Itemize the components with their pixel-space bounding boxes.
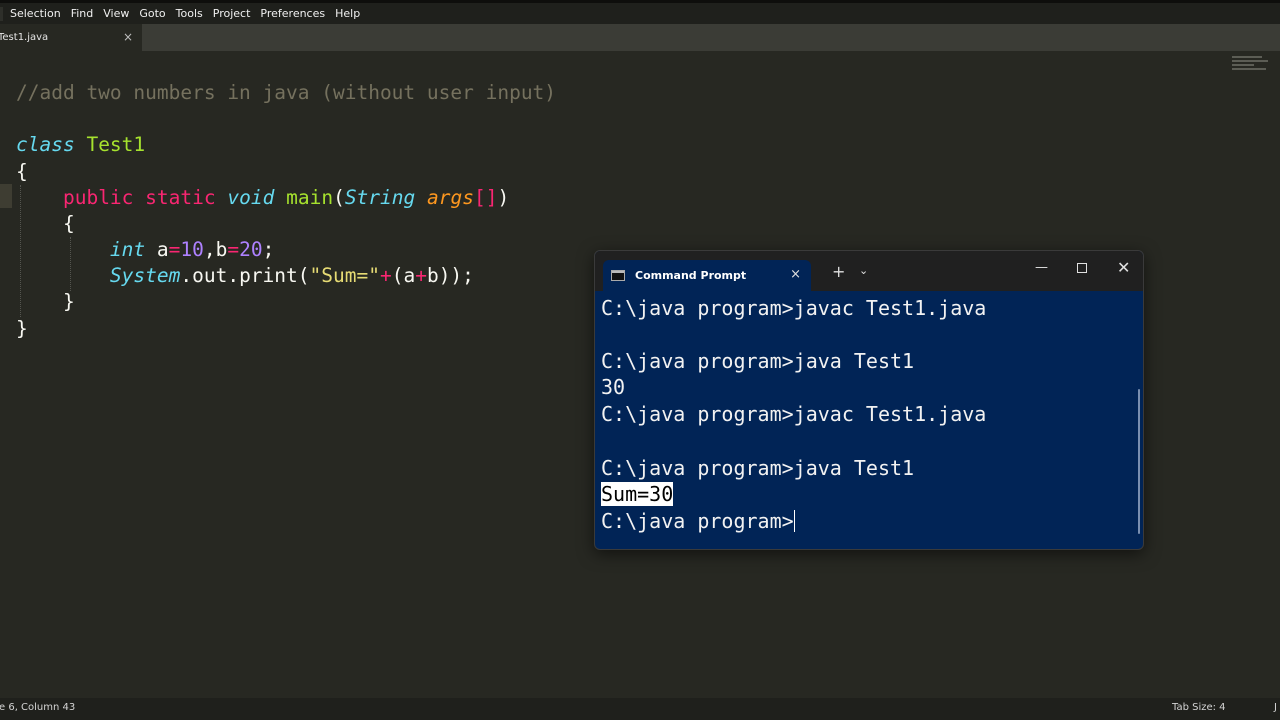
- code-line-7: int a=10,b=20;: [16, 237, 274, 263]
- number: 10: [180, 238, 204, 261]
- param-args: args: [427, 186, 474, 209]
- minimap[interactable]: [1232, 54, 1272, 74]
- brace: {: [16, 160, 28, 183]
- class-name: Test1: [86, 133, 146, 156]
- number: 20: [239, 238, 263, 261]
- brackets: []: [473, 186, 498, 209]
- maximize-button[interactable]: [1077, 263, 1087, 273]
- semicolon: ;: [262, 238, 275, 261]
- cmd-titlebar[interactable]: Command Prompt × + ⌄ — ✕: [595, 251, 1143, 291]
- code-line-8: System.out.print("Sum="+(a+b));: [16, 263, 474, 289]
- status-bar: e 6, Column 43 Tab Size: 4 J: [0, 698, 1280, 720]
- menu-find[interactable]: Find: [71, 7, 94, 20]
- var-a: a: [145, 238, 169, 261]
- cmd-tab[interactable]: Command Prompt ×: [603, 260, 811, 291]
- type-string: String: [344, 186, 416, 209]
- file-tab[interactable]: Test1.java ×: [0, 24, 142, 51]
- code-line-1: //add two numbers in java (without user …: [16, 80, 556, 106]
- brace: }: [16, 317, 28, 340]
- expr-a: (a: [391, 264, 416, 287]
- terminal-icon: [611, 270, 625, 281]
- menu-preferences[interactable]: Preferences: [260, 7, 325, 20]
- cmd-tab-title: Command Prompt: [635, 269, 747, 282]
- close-window-button[interactable]: ✕: [1117, 258, 1130, 277]
- terminal-line-selected: Sum=30: [601, 481, 674, 507]
- terminal-prompt-line[interactable]: C:\java program>: [601, 508, 795, 534]
- keyword-int: int: [109, 238, 146, 261]
- syntax-indicator[interactable]: J: [1274, 702, 1277, 713]
- keyword-public: public: [62, 186, 134, 209]
- brace: }: [62, 290, 75, 313]
- menu-project[interactable]: Project: [213, 7, 251, 20]
- cursor-position: e 6, Column 43: [0, 702, 76, 713]
- tab-bar: Test1.java ×: [0, 24, 1280, 51]
- code-line-6: {: [16, 211, 75, 237]
- code-line-3: class Test1: [16, 132, 145, 158]
- operator: +: [379, 264, 392, 287]
- selected-output: Sum=30: [601, 482, 674, 506]
- current-line-marker: [0, 184, 12, 208]
- code-line-4: {: [16, 159, 28, 185]
- close-tab-icon[interactable]: ×: [790, 267, 801, 282]
- new-tab-button[interactable]: +: [832, 262, 845, 281]
- code-line-5: public static void main(String args[]): [16, 185, 509, 211]
- keyword-class: class: [16, 133, 75, 156]
- operator: =: [168, 238, 181, 261]
- operator: +: [415, 264, 427, 287]
- paren: (: [333, 186, 345, 209]
- comment: //add two numbers in java (without user …: [16, 81, 557, 104]
- keyword-static: static: [145, 186, 216, 209]
- brace: {: [62, 212, 75, 235]
- class-system: System: [109, 264, 181, 287]
- menu-help[interactable]: Help: [335, 7, 360, 20]
- minimize-button[interactable]: —: [1035, 260, 1048, 275]
- terminal-line: C:\java program>java Test1: [601, 349, 915, 373]
- menu-bar: Selection Find View Goto Tools Project P…: [0, 0, 1280, 24]
- tab-size[interactable]: Tab Size: 4: [1172, 702, 1226, 713]
- close-icon[interactable]: ×: [123, 30, 133, 44]
- string-literal: "Sum=": [309, 264, 380, 287]
- method-name: main: [286, 186, 334, 209]
- menu-tools[interactable]: Tools: [176, 7, 203, 20]
- terminal-line: C:\java program>javac Test1.java: [601, 296, 987, 320]
- var-b: ,b: [203, 238, 228, 261]
- expr-b: b));: [426, 264, 474, 287]
- menu-selection[interactable]: Selection: [10, 7, 61, 20]
- command-prompt-window[interactable]: Command Prompt × + ⌄ — ✕ C:\java program…: [594, 250, 1144, 550]
- code-line-10: }: [16, 316, 28, 342]
- terminal-line: C:\java program>javac Test1.java: [601, 402, 987, 426]
- menu-edge: [0, 7, 3, 21]
- keyword-void: void: [227, 186, 275, 209]
- menu-goto[interactable]: Goto: [139, 7, 165, 20]
- scrollbar[interactable]: [1138, 389, 1140, 534]
- menu-view[interactable]: View: [103, 7, 129, 20]
- prompt-text: C:\java program>: [601, 509, 794, 533]
- text-cursor: [793, 510, 795, 532]
- operator: =: [227, 238, 240, 261]
- chevron-down-icon[interactable]: ⌄: [859, 264, 868, 277]
- out-print: .out.print(: [180, 264, 310, 287]
- file-tab-label: Test1.java: [0, 32, 49, 43]
- paren: ): [497, 186, 510, 209]
- terminal-line: 30: [601, 375, 626, 399]
- code-line-9: }: [16, 289, 75, 315]
- terminal-line: C:\java program>java Test1: [601, 456, 915, 480]
